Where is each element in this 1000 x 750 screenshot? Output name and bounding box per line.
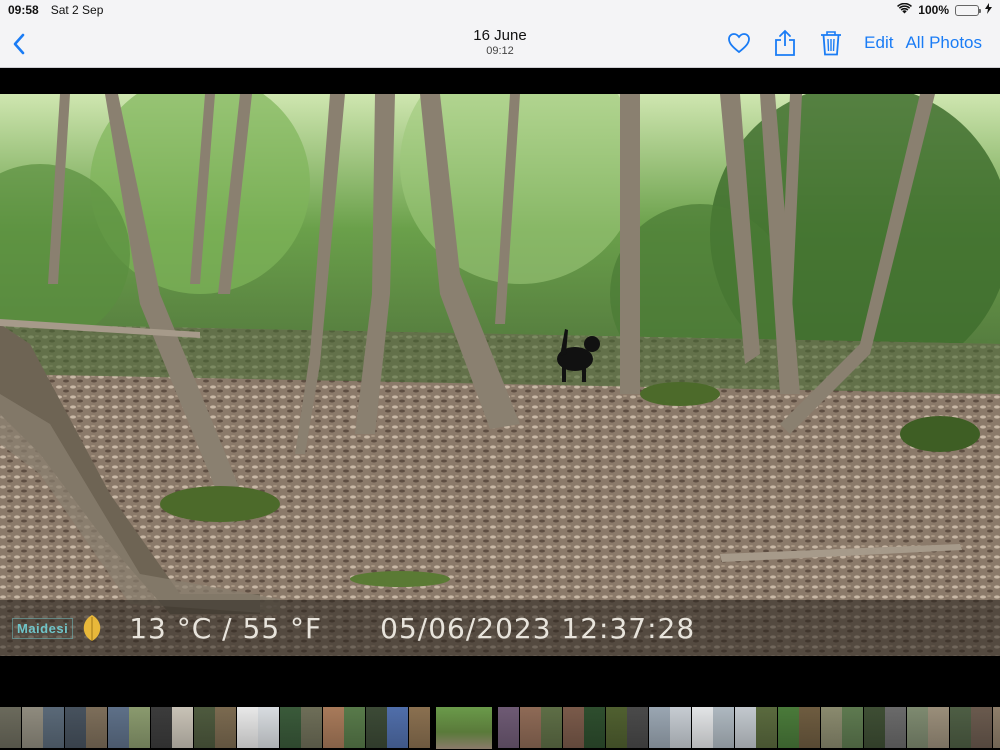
thumbnail[interactable] [885,707,906,748]
navigation-bar: 16 June 09:12 Edit All Photos [0,20,1000,68]
thumbnail[interactable] [0,707,21,748]
thumbnail[interactable] [519,707,541,748]
heart-icon [728,33,751,54]
thumbnail[interactable] [713,707,734,748]
chevron-left-icon [13,33,25,55]
thumbnail[interactable] [541,707,562,748]
trash-icon [821,31,842,56]
favorite-button[interactable] [726,29,752,57]
thumbnail[interactable] [129,707,150,748]
thumbnail[interactable] [992,707,1000,748]
battery-percentage: 100% [918,3,949,17]
thumbnail-current[interactable] [436,706,492,749]
battery-icon [955,4,981,16]
thumbnail-strip[interactable] [0,705,1000,750]
thumbnail[interactable] [236,707,258,748]
delete-button[interactable] [818,29,844,57]
thumbnail[interactable] [777,707,799,748]
capture-timestamp: 05/06/2023 12:37:28 [380,611,696,645]
thumbnail[interactable] [172,707,193,748]
back-button[interactable] [8,30,32,58]
thumbnail[interactable] [605,707,627,748]
thumbnail[interactable] [279,707,301,748]
status-time: 09:58 [8,3,39,17]
thumbnail[interactable] [322,707,344,748]
status-bar: 09:58 Sat 2 Sep 100% [0,0,1000,20]
thumbnail[interactable] [906,707,928,748]
thumbnail[interactable] [863,707,885,748]
thumbnail[interactable] [734,707,756,748]
thumbnail[interactable] [43,707,64,748]
photo-viewer[interactable]: Maidesi 13 °C / 55 °F 05/06/2023 12:37:2… [0,68,1000,705]
thumbnail[interactable] [820,707,842,748]
thumbnail[interactable] [21,707,43,748]
camera-brand-logo: Maidesi [12,617,74,639]
share-button[interactable] [772,29,798,57]
leaf-icon [83,615,101,641]
thumbnail[interactable] [670,707,691,748]
thumbnail[interactable] [408,707,430,748]
wifi-icon [897,2,913,17]
status-date: Sat 2 Sep [50,3,104,17]
thumbnail[interactable] [301,707,322,748]
thumbnail[interactable] [627,707,648,748]
thumbnail[interactable] [691,707,713,748]
thumbnail[interactable] [64,707,86,748]
temperature-readout: 13 °C / 55 °F [129,611,323,645]
thumbnail[interactable] [498,707,519,748]
thumbnail[interactable] [193,707,215,748]
thumbnail[interactable] [344,707,365,748]
thumbnail[interactable] [150,707,172,748]
thumbnail[interactable] [365,707,387,748]
trail-camera-photo: Maidesi 13 °C / 55 °F 05/06/2023 12:37:2… [0,94,1000,656]
share-icon [775,29,796,56]
thumbnail[interactable] [648,707,670,748]
thumbnail[interactable] [215,707,236,748]
thumbnail[interactable] [928,707,949,748]
thumbnail[interactable] [258,707,279,748]
thumbnail[interactable] [86,707,107,748]
thumbnail[interactable] [387,707,408,748]
edit-button[interactable]: Edit [864,33,893,53]
thumbnail[interactable] [562,707,584,748]
camera-info-overlay: Maidesi 13 °C / 55 °F 05/06/2023 12:37:2… [0,600,1000,656]
charging-icon [985,3,992,17]
thumbnail[interactable] [949,707,971,748]
thumbnail[interactable] [584,707,605,748]
thumbnail[interactable] [799,707,820,748]
thumbnail[interactable] [971,707,992,748]
thumbnail[interactable] [107,707,129,748]
thumbnail[interactable] [842,707,863,748]
thumbnail[interactable] [756,707,777,748]
all-photos-button[interactable]: All Photos [905,33,982,53]
